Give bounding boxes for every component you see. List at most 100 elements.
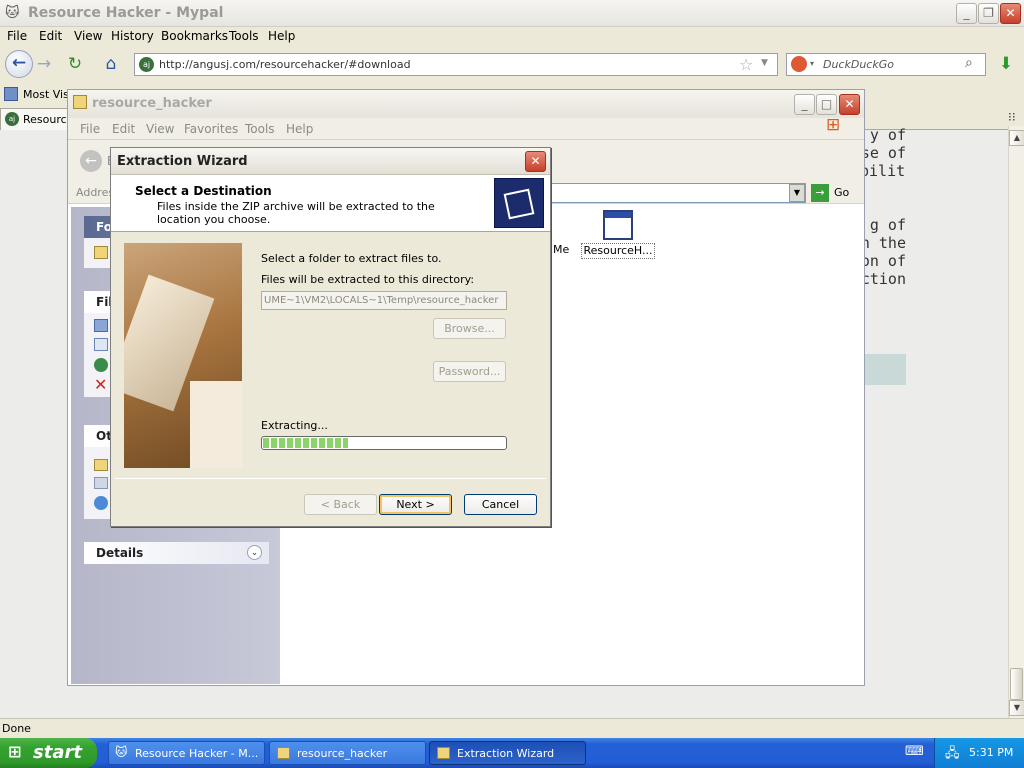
delete-icon[interactable]: ✕: [94, 375, 107, 394]
extraction-progress-bar: [261, 436, 507, 450]
wizard-heading: Select a Destination: [135, 184, 272, 198]
bookmark-most-visited[interactable]: Most Visi: [23, 88, 72, 101]
task-label: Extraction Wizard: [457, 747, 555, 760]
back-arrow-icon[interactable]: ←: [5, 50, 33, 78]
browser-tab[interactable]: aj Resource: [0, 108, 74, 130]
page-scrollbar[interactable]: ▲ ▼: [1008, 126, 1024, 718]
details-label: Details: [96, 546, 144, 560]
copy-icon[interactable]: [94, 338, 108, 351]
menu-file[interactable]: File: [7, 29, 27, 43]
search-bar[interactable]: ▾ DuckDuckGo ⌕: [786, 53, 986, 76]
menu-help[interactable]: Help: [268, 29, 295, 43]
explorer-menu-edit[interactable]: Edit: [112, 122, 135, 136]
explorer-menu-file[interactable]: File: [80, 122, 100, 136]
file-item-resourcehacker[interactable]: ResourceH...: [581, 243, 655, 259]
web-publish-icon[interactable]: [94, 358, 108, 372]
windows-logo-icon: ⊞: [826, 115, 841, 135]
wizard-title-bar: Extraction Wizard ✕: [111, 148, 550, 175]
search-placeholder: DuckDuckGo: [823, 58, 894, 71]
extraction-wizard-dialog: Extraction Wizard ✕ Select a Destination…: [110, 147, 551, 527]
forward-arrow-icon[interactable]: →: [32, 52, 56, 76]
exe-titlebar-icon-part: [605, 212, 631, 218]
keyboard-icon[interactable]: ⌨: [905, 744, 924, 759]
rename-icon[interactable]: [94, 319, 108, 332]
scrollbar-thumb[interactable]: [1010, 668, 1023, 700]
menu-view[interactable]: View: [74, 29, 102, 43]
status-text: Done: [2, 722, 31, 735]
scroll-up-button[interactable]: ▲: [1009, 130, 1024, 146]
wizard-header: Select a Destination Files inside the ZI…: [111, 175, 550, 232]
cancel-button[interactable]: Cancel: [464, 494, 537, 515]
browser-title: Resource Hacker - Mypal: [28, 5, 224, 21]
tab-list-icon[interactable]: ⁝⁝: [1008, 110, 1016, 124]
explorer-title: resource_hacker: [92, 96, 212, 111]
explorer-close-button[interactable]: ✕: [839, 94, 860, 115]
menu-bookmarks[interactable]: Bookmarks: [161, 29, 228, 43]
chevron-down-icon[interactable]: ▼: [761, 58, 768, 68]
directory-field[interactable]: UME~1\VM2\LOCALS~1\Temp\resource_hacker: [261, 291, 507, 310]
tab-label: Resource: [23, 113, 74, 126]
menu-tools[interactable]: Tools: [229, 29, 259, 43]
explorer-menu-tools[interactable]: Tools: [245, 122, 275, 136]
clock: 5:31 PM: [969, 746, 1014, 759]
page-highlight-block: [864, 354, 906, 385]
go-button[interactable]: Go: [834, 186, 849, 199]
start-label: start: [33, 742, 82, 763]
explorer-minimize-button[interactable]: _: [794, 94, 815, 115]
network-icon[interactable]: [94, 496, 108, 510]
browser-title-bar: 🐱 Resource Hacker - Mypal _ ❐ ✕: [0, 0, 1024, 27]
wizard-side-image: [124, 243, 242, 468]
minimize-button[interactable]: _: [956, 3, 977, 24]
search-icon[interactable]: ⌕: [965, 55, 973, 71]
details-header[interactable]: Details ⌄: [84, 542, 269, 564]
extract-icon[interactable]: [94, 246, 108, 259]
search-engine-chevron-icon[interactable]: ▾: [810, 59, 814, 68]
explorer-menu-help[interactable]: Help: [286, 122, 313, 136]
network-tray-icon[interactable]: 🖧: [945, 744, 960, 766]
file-item-partial[interactable]: Me: [553, 243, 569, 256]
reload-icon[interactable]: ↻: [63, 52, 87, 76]
browse-button[interactable]: Browse...: [433, 318, 506, 339]
status-bar: Done: [0, 718, 1024, 738]
home-icon[interactable]: ⌂: [99, 52, 123, 76]
paper-shape: [190, 381, 242, 468]
documents-icon[interactable]: [94, 477, 108, 489]
expand-chevron-icon[interactable]: ⌄: [247, 545, 262, 560]
scroll-down-button[interactable]: ▼: [1009, 700, 1024, 716]
start-button[interactable]: ⊞ start: [0, 738, 97, 768]
folder-zip-icon: [73, 95, 87, 109]
back-button[interactable]: < Back: [304, 494, 377, 515]
url-bar[interactable]: aj http://angusj.com/resourcehacker/#dow…: [134, 53, 778, 76]
task-label: resource_hacker: [297, 747, 388, 760]
explorer-menu-bar: File Edit View Favorites Tools Help ⊞: [68, 115, 864, 140]
maximize-button[interactable]: ❐: [978, 3, 999, 24]
go-arrow-icon[interactable]: →: [811, 184, 829, 202]
explorer-maximize-button[interactable]: □: [816, 94, 837, 115]
download-icon[interactable]: ⬇: [994, 52, 1018, 76]
wizard-subheading: Files inside the ZIP archive will be ext…: [157, 200, 435, 226]
progress-fill: [263, 438, 348, 448]
select-folder-label: Select a folder to extract files to.: [261, 252, 442, 265]
duckduckgo-icon: [791, 56, 807, 72]
menu-history[interactable]: History: [111, 29, 154, 43]
explorer-menu-favorites[interactable]: Favorites: [184, 122, 238, 136]
file-label-partial: Me: [553, 243, 570, 256]
page-text: y of se of bility g of n the on of ction: [860, 126, 906, 288]
password-button[interactable]: Password...: [433, 361, 506, 382]
file-label-resourcehacker: ResourceH...: [583, 244, 653, 257]
explorer-menu-view[interactable]: View: [146, 122, 174, 136]
app-icon: 🐱: [5, 5, 20, 21]
task-button-explorer[interactable]: resource_hacker: [269, 741, 426, 765]
next-button[interactable]: Next >: [379, 494, 452, 515]
address-input[interactable]: [548, 183, 806, 203]
exe-file-icon[interactable]: [603, 210, 633, 240]
star-icon[interactable]: ☆: [739, 55, 753, 74]
task-button-wizard[interactable]: Extraction Wizard: [429, 741, 586, 765]
menu-edit[interactable]: Edit: [39, 29, 62, 43]
task-button-browser[interactable]: 🐱 Resource Hacker - M...: [108, 741, 265, 765]
wizard-close-button[interactable]: ✕: [525, 151, 546, 172]
explorer-back-icon[interactable]: ←: [80, 150, 102, 172]
folder-icon[interactable]: [94, 459, 108, 471]
close-button[interactable]: ✕: [1000, 3, 1021, 24]
address-dropdown-icon[interactable]: ▼: [789, 184, 805, 202]
